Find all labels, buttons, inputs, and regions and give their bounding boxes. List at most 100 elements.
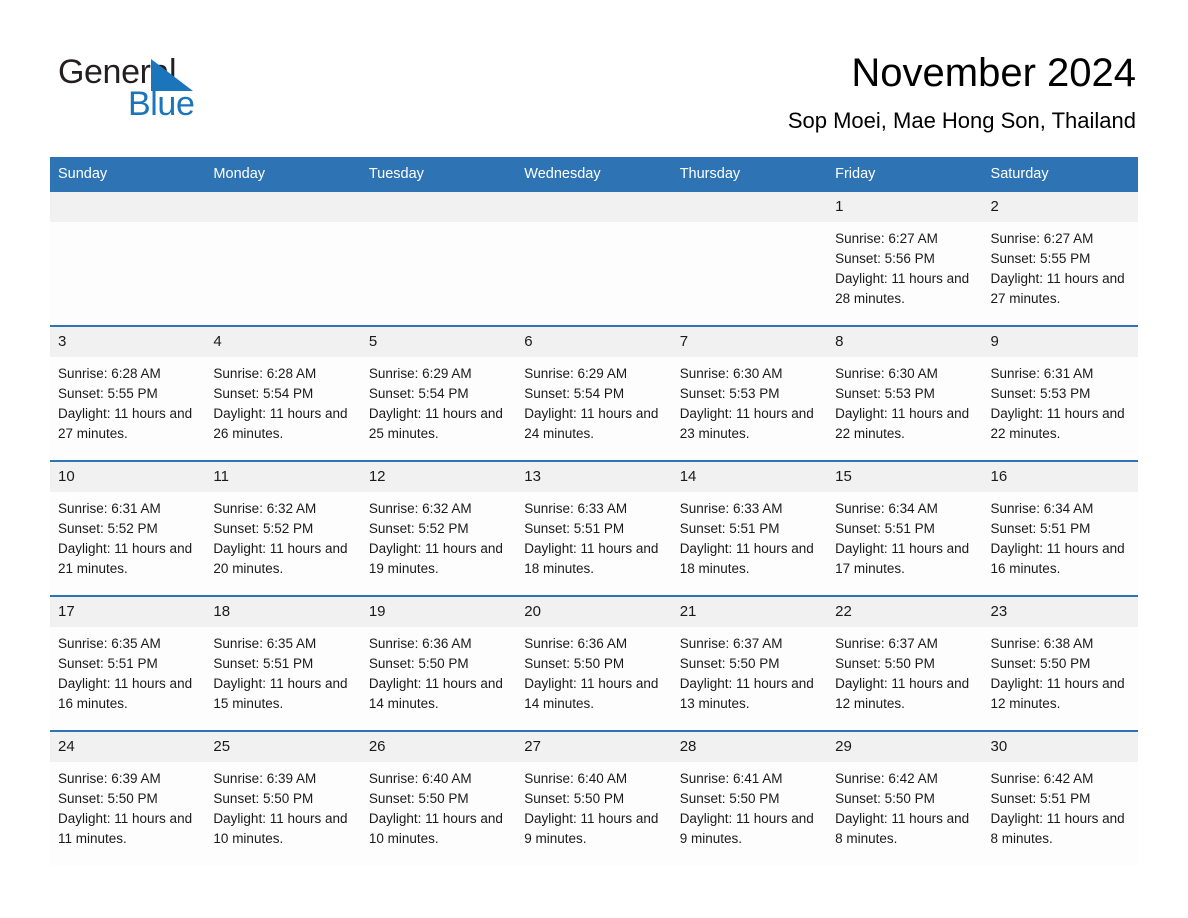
daylight-text: Daylight: 11 hours and 18 minutes. <box>524 541 659 576</box>
daylight-text: Daylight: 11 hours and 10 minutes. <box>213 811 348 846</box>
sunset-text: Sunset: 5:50 PM <box>368 656 469 671</box>
calendar-day-cell[interactable]: 4 Sunrise: 6:28 AM Sunset: 5:54 PM Daylight… <box>205 325 361 461</box>
sunset-text: Sunset: 5:50 PM <box>524 656 625 671</box>
calendar-day-cell-empty <box>516 192 672 326</box>
calendar-day-cell[interactable]: 25 Sunrise: 6:39 AM Sunset: 5:50 PM Dayligh… <box>205 730 361 865</box>
calendar-day-cell[interactable]: 26 Sunrise: 6:40 AM Sunset: 5:50 PM Dayligh… <box>360 730 517 865</box>
calendar-day-cell[interactable]: 28 Sunrise: 6:41 AM Sunset: 5:50 PM Dayligh… <box>671 730 828 865</box>
day-details: Sunrise: 6:34 AM Sunset: 5:51 PM Daylight:… <box>827 492 982 579</box>
calendar-day-cell[interactable]: 1 Sunrise: 6:27 AM Sunset: 5:56 PM Daylight… <box>827 192 983 326</box>
calendar-day-cell[interactable]: 24 Sunrise: 6:39 AM Sunset: 5:50 PM Dayligh… <box>50 730 206 865</box>
logo-text-blue: Blue <box>128 85 195 123</box>
day-number: 20 <box>516 597 672 627</box>
daylight-text: Daylight: 11 hours and 22 minutes. <box>990 406 1125 441</box>
calendar-day-cell[interactable]: 10 Sunrise: 6:31 AM Sunset: 5:52 PM Dayligh… <box>50 460 206 596</box>
daylight-text: Daylight: 11 hours and 21 minutes. <box>58 541 193 576</box>
day-details: Sunrise: 6:28 AM Sunset: 5:54 PM Daylight:… <box>205 357 360 444</box>
sunrise-text: Sunrise: 6:42 AM <box>990 771 1094 786</box>
day-number: 5 <box>360 327 517 357</box>
daylight-text: Daylight: 11 hours and 17 minutes. <box>835 541 970 576</box>
day-details: Sunrise: 6:29 AM Sunset: 5:54 PM Daylight:… <box>361 357 516 444</box>
calendar-day-cell[interactable]: 7 Sunrise: 6:30 AM Sunset: 5:53 PM Daylight… <box>671 325 828 461</box>
daylight-text: Daylight: 11 hours and 14 minutes. <box>368 676 503 711</box>
sunrise-text: Sunrise: 6:28 AM <box>58 366 161 381</box>
calendar-day-cell[interactable]: 20 Sunrise: 6:36 AM Sunset: 5:50 PM Dayligh… <box>516 595 672 731</box>
sunrise-text: Sunrise: 6:29 AM <box>368 366 472 381</box>
day-number: 6 <box>516 327 672 357</box>
day-number <box>671 192 828 222</box>
sunset-text: Sunset: 5:50 PM <box>679 656 780 671</box>
sunrise-text: Sunrise: 6:33 AM <box>679 501 783 516</box>
day-number: 14 <box>671 462 828 492</box>
sunset-text: Sunset: 5:55 PM <box>990 251 1091 266</box>
day-number: 15 <box>827 462 983 492</box>
day-number: 12 <box>360 462 517 492</box>
day-details: Sunrise: 6:35 AM Sunset: 5:51 PM Daylight:… <box>50 627 205 714</box>
calendar-week-row: 1 Sunrise: 6:27 AM Sunset: 5:56 PM Daylight… <box>50 192 1138 326</box>
sunrise-text: Sunrise: 6:29 AM <box>524 366 628 381</box>
calendar-day-cell[interactable]: 8 Sunrise: 6:30 AM Sunset: 5:53 PM Daylight… <box>827 325 983 461</box>
day-number: 19 <box>360 597 517 627</box>
day-details: Sunrise: 6:42 AM Sunset: 5:51 PM Daylight:… <box>983 762 1138 849</box>
calendar-day-cell[interactable]: 3 Sunrise: 6:28 AM Sunset: 5:55 PM Daylight… <box>50 325 206 461</box>
day-number: 25 <box>205 732 361 762</box>
daylight-text: Daylight: 11 hours and 27 minutes. <box>990 271 1125 306</box>
calendar-week-row: 24 Sunrise: 6:39 AM Sunset: 5:50 PM Dayligh… <box>50 730 1138 865</box>
calendar-day-cell[interactable]: 18 Sunrise: 6:35 AM Sunset: 5:51 PM Dayligh… <box>205 595 361 731</box>
sunset-text: Sunset: 5:51 PM <box>679 521 780 536</box>
calendar-day-cell[interactable]: 23 Sunrise: 6:38 AM Sunset: 5:50 PM Dayligh… <box>982 595 1138 731</box>
sunset-text: Sunset: 5:53 PM <box>679 386 780 401</box>
calendar-day-cell[interactable]: 14 Sunrise: 6:33 AM Sunset: 5:51 PM Dayligh… <box>671 460 828 596</box>
sunrise-text: Sunrise: 6:28 AM <box>213 366 317 381</box>
day-details: Sunrise: 6:37 AM Sunset: 5:50 PM Daylight:… <box>672 627 827 714</box>
daylight-text: Daylight: 11 hours and 13 minutes. <box>679 676 814 711</box>
calendar-day-cell[interactable]: 30 Sunrise: 6:42 AM Sunset: 5:51 PM Dayligh… <box>982 730 1138 865</box>
calendar-table: Sunday Monday Tuesday Wednesday Thursday… <box>50 157 1138 865</box>
calendar-day-cell[interactable]: 21 Sunrise: 6:37 AM Sunset: 5:50 PM Dayligh… <box>671 595 828 731</box>
sunset-text: Sunset: 5:55 PM <box>58 386 158 401</box>
calendar-day-cell[interactable]: 12 Sunrise: 6:32 AM Sunset: 5:52 PM Dayligh… <box>360 460 517 596</box>
calendar-day-cell-empty <box>205 192 361 326</box>
day-number: 4 <box>205 327 361 357</box>
calendar-day-cell[interactable]: 11 Sunrise: 6:32 AM Sunset: 5:52 PM Dayligh… <box>205 460 361 596</box>
daylight-text: Daylight: 11 hours and 11 minutes. <box>58 811 193 846</box>
calendar-day-cell[interactable]: 29 Sunrise: 6:42 AM Sunset: 5:50 PM Dayligh… <box>827 730 983 865</box>
day-number: 16 <box>982 462 1138 492</box>
calendar-day-cell[interactable]: 16 Sunrise: 6:34 AM Sunset: 5:51 PM Dayligh… <box>982 460 1138 596</box>
day-number: 3 <box>50 327 206 357</box>
day-details: Sunrise: 6:42 AM Sunset: 5:50 PM Daylight:… <box>827 762 982 849</box>
sunrise-text: Sunrise: 6:40 AM <box>368 771 472 786</box>
daylight-text: Daylight: 11 hours and 18 minutes. <box>679 541 814 576</box>
sunrise-text: Sunrise: 6:36 AM <box>524 636 628 651</box>
daylight-text: Daylight: 11 hours and 15 minutes. <box>213 676 348 711</box>
sunset-text: Sunset: 5:51 PM <box>58 656 158 671</box>
calendar-day-cell[interactable]: 2 Sunrise: 6:27 AM Sunset: 5:55 PM Daylight… <box>982 192 1138 326</box>
daylight-text: Daylight: 11 hours and 25 minutes. <box>368 406 503 441</box>
calendar-day-cell[interactable]: 9 Sunrise: 6:31 AM Sunset: 5:53 PM Daylight… <box>982 325 1138 461</box>
day-details: Sunrise: 6:40 AM Sunset: 5:50 PM Daylight:… <box>361 762 516 849</box>
calendar-day-cell[interactable]: 6 Sunrise: 6:29 AM Sunset: 5:54 PM Daylight… <box>516 325 672 461</box>
sunrise-text: Sunrise: 6:37 AM <box>679 636 783 651</box>
calendar-day-cell[interactable]: 5 Sunrise: 6:29 AM Sunset: 5:54 PM Daylight… <box>360 325 517 461</box>
daylight-text: Daylight: 11 hours and 9 minutes. <box>524 811 659 846</box>
calendar-day-cell[interactable]: 13 Sunrise: 6:33 AM Sunset: 5:51 PM Dayligh… <box>516 460 672 596</box>
calendar-day-cell[interactable]: 15 Sunrise: 6:34 AM Sunset: 5:51 PM Dayligh… <box>827 460 983 596</box>
sunset-text: Sunset: 5:53 PM <box>990 386 1091 401</box>
day-details: Sunrise: 6:41 AM Sunset: 5:50 PM Daylight:… <box>672 762 827 849</box>
sunset-text: Sunset: 5:54 PM <box>213 386 314 401</box>
day-details: Sunrise: 6:27 AM Sunset: 5:56 PM Daylight:… <box>827 222 982 309</box>
calendar-day-cell[interactable]: 19 Sunrise: 6:36 AM Sunset: 5:50 PM Dayligh… <box>360 595 517 731</box>
day-number: 27 <box>516 732 672 762</box>
calendar-day-cell[interactable]: 27 Sunrise: 6:40 AM Sunset: 5:50 PM Dayligh… <box>516 730 672 865</box>
day-number <box>50 192 206 222</box>
sunrise-text: Sunrise: 6:41 AM <box>679 771 783 786</box>
calendar-day-cell[interactable]: 22 Sunrise: 6:37 AM Sunset: 5:50 PM Dayligh… <box>827 595 983 731</box>
daylight-text: Daylight: 11 hours and 14 minutes. <box>524 676 659 711</box>
daylight-text: Daylight: 11 hours and 22 minutes. <box>835 406 970 441</box>
day-details: Sunrise: 6:38 AM Sunset: 5:50 PM Daylight:… <box>983 627 1138 714</box>
calendar-day-cell[interactable]: 17 Sunrise: 6:35 AM Sunset: 5:51 PM Dayligh… <box>50 595 206 731</box>
day-details: Sunrise: 6:36 AM Sunset: 5:50 PM Daylight:… <box>516 627 671 714</box>
calendar-week-row: 3 Sunrise: 6:28 AM Sunset: 5:55 PM Daylight… <box>50 325 1138 461</box>
day-number: 10 <box>50 462 206 492</box>
day-number: 2 <box>982 192 1138 222</box>
